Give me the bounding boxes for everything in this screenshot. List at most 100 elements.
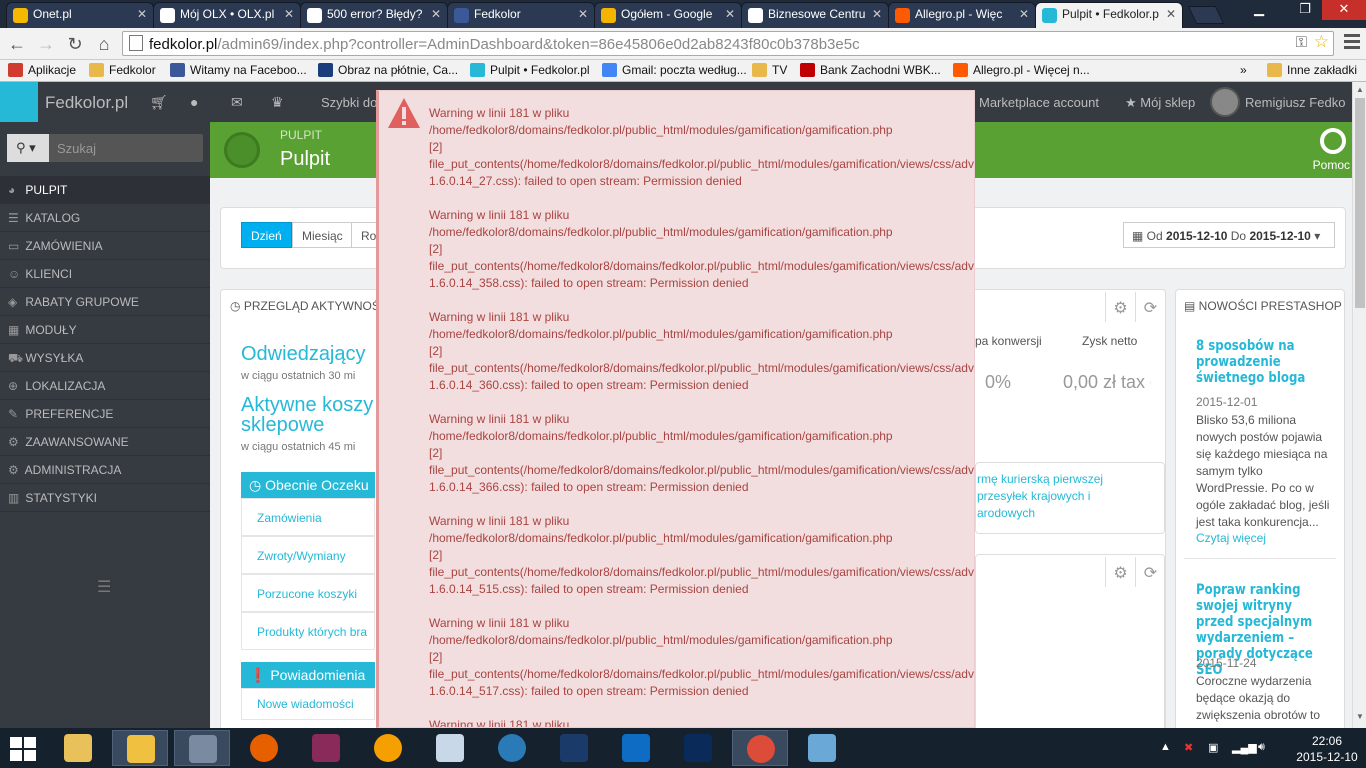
promo-line-1[interactable]: rmę kurierską pierwszej xyxy=(977,471,1103,488)
sidebar-item[interactable]: ⊕ LOKALIZACJA xyxy=(0,372,210,400)
refresh-icon-2[interactable]: ⟳ xyxy=(1135,557,1165,587)
sidebar-item[interactable]: ▭ ZAMÓWIENIA xyxy=(0,232,210,260)
chrome-menu-icon[interactable] xyxy=(1344,34,1360,52)
period-day-button[interactable]: Dzień xyxy=(241,222,292,248)
visitors-title[interactable]: Odwiedzający xyxy=(241,343,366,366)
outlook-icon[interactable] xyxy=(112,730,168,766)
browser-tab[interactable]: Onet.pl ✕ xyxy=(6,2,154,28)
tab-close-icon[interactable]: ✕ xyxy=(1019,7,1029,21)
browser-tab[interactable]: Pulpit • Fedkolor.p ✕ xyxy=(1035,2,1183,28)
marketplace-link[interactable]: Marketplace account xyxy=(979,95,1099,110)
breadcrumb[interactable]: PULPIT xyxy=(280,128,322,142)
pending-item[interactable]: Produkty których bra xyxy=(241,612,375,650)
chrome-icon[interactable] xyxy=(732,730,788,766)
carts-title-2[interactable]: sklepowe xyxy=(241,414,324,437)
pending-item[interactable]: Zamówienia xyxy=(241,498,375,536)
browser-tab[interactable]: Allegro.pl - Więc ✕ xyxy=(888,2,1036,28)
user-name[interactable]: Remigiusz Fedko xyxy=(1245,95,1345,110)
mail-icon[interactable]: ✉ xyxy=(231,94,243,111)
sidebar-item[interactable]: ◈ RABATY GRUPOWE xyxy=(0,288,210,316)
scroll-thumb[interactable] xyxy=(1355,98,1365,308)
bookmark-item[interactable]: Pulpit • Fedkolor.pl xyxy=(470,63,590,77)
my-shop-link[interactable]: ★ Mój sklep xyxy=(1125,95,1195,111)
news-read-more[interactable]: Czytaj więcej xyxy=(1196,531,1266,545)
trophy-icon[interactable]: ♛ xyxy=(271,94,284,111)
tab-close-icon[interactable]: ✕ xyxy=(284,7,294,21)
browser-tab[interactable]: Mój OLX • OLX.pl ✕ xyxy=(153,2,301,28)
pending-item[interactable]: Porzucone koszyki xyxy=(241,574,375,612)
shop-brand[interactable]: Fedkolor.pl xyxy=(45,93,128,113)
tab-close-icon[interactable]: ✕ xyxy=(431,7,441,21)
date-range-picker[interactable]: ▦ Od 2015-12-10 Do 2015-12-10 ▾ xyxy=(1123,222,1335,248)
bookmark-item[interactable]: TV xyxy=(752,63,787,77)
promo-line-2[interactable]: przesyłek krajowych i xyxy=(977,488,1090,505)
winrar-icon[interactable] xyxy=(298,730,354,766)
back-icon[interactable]: ← xyxy=(6,33,28,55)
search-input[interactable]: Szukaj xyxy=(57,141,96,156)
remote-tool-icon[interactable] xyxy=(484,730,540,766)
sidebar-item[interactable]: ☺ KLIENCI xyxy=(0,260,210,288)
tab-close-icon[interactable]: ✕ xyxy=(872,7,882,21)
sidebar-item[interactable]: ⚙ ADMINISTRACJA xyxy=(0,456,210,484)
browser-tab[interactable]: Ogółem - Google ✕ xyxy=(594,2,742,28)
cart-icon[interactable]: 🛒︎ xyxy=(150,94,168,111)
new-tab-button[interactable] xyxy=(1187,6,1225,24)
user-icon[interactable]: ● xyxy=(190,94,198,110)
tray-expand-icon[interactable]: ▲ xyxy=(1160,741,1171,753)
sidebar-item[interactable]: ⛟ WYSYŁKA xyxy=(0,344,210,372)
config-icon-2[interactable]: ⚙ xyxy=(1105,557,1135,587)
firefox-icon[interactable] xyxy=(236,730,292,766)
bookmark-item[interactable]: Fedkolor xyxy=(89,63,156,77)
sidebar-collapse-icon[interactable]: ☰ xyxy=(97,577,111,597)
promo-line-3[interactable]: arodowych xyxy=(977,505,1035,522)
key-icon[interactable]: ⚿ xyxy=(1296,34,1307,51)
tab-close-icon[interactable]: ✕ xyxy=(137,7,147,21)
sidebar-item[interactable]: ◕ PULPIT xyxy=(0,176,210,204)
paint-icon[interactable] xyxy=(794,730,850,766)
sidebar-item[interactable]: ▦ MODUŁY xyxy=(0,316,210,344)
browser-tab[interactable]: Fedkolor ✕ xyxy=(447,2,595,28)
messenger-icon[interactable] xyxy=(360,730,416,766)
network-warning-icon[interactable]: ✖ xyxy=(1184,741,1193,754)
avatar[interactable] xyxy=(1210,87,1240,117)
sidebar-item[interactable]: ☰ KATALOG xyxy=(0,204,210,232)
bookmark-item[interactable]: Bank Zachodni WBK... xyxy=(800,63,941,77)
period-month-button[interactable]: Miesiąc xyxy=(292,222,353,248)
bookmark-item[interactable]: Obraz na płótnie, Ca... xyxy=(318,63,458,77)
bookmark-item[interactable]: Gmail: poczta według... xyxy=(602,63,747,77)
scroll-down-icon[interactable]: ▼ xyxy=(1356,712,1364,721)
file-explorer-icon[interactable] xyxy=(50,730,106,766)
search-box[interactable]: ⚲ ▾ Szukaj xyxy=(7,134,203,162)
refresh-icon[interactable]: ⟳ xyxy=(1135,292,1165,322)
volume-icon[interactable]: 🔊︎ xyxy=(1258,741,1265,754)
teamviewer-icon[interactable] xyxy=(608,730,664,766)
sidebar-item[interactable]: ▥ STATYSTYKI xyxy=(0,484,210,512)
tab-close-icon[interactable]: ✕ xyxy=(725,7,735,21)
quick-access-link[interactable]: Szybki do xyxy=(321,95,377,110)
photoshop-icon[interactable] xyxy=(546,730,602,766)
reload-icon[interactable]: ↻ xyxy=(64,33,86,55)
help-label[interactable]: Pomoc xyxy=(1313,158,1350,172)
bookmarks-more[interactable]: » xyxy=(1240,63,1247,77)
browser-tab[interactable]: 500 error? Błędy? ✕ xyxy=(300,2,448,28)
home-icon[interactable]: ⌂ xyxy=(93,33,115,55)
search-icon[interactable]: ⚲ ▾ xyxy=(7,134,49,162)
news-title-1[interactable]: 8 sposobów na prowadzenie świetnego blog… xyxy=(1196,338,1330,386)
calculator-icon[interactable] xyxy=(422,730,478,766)
other-bookmarks[interactable]: Inne zakładki xyxy=(1267,63,1357,77)
sidebar-item[interactable]: ⚙ ZAAWANSOWANE xyxy=(0,428,210,456)
sidebar-item[interactable]: ✎ PREFERENCJE xyxy=(0,400,210,428)
new-messages-tab[interactable]: Nowe wiadomości xyxy=(241,688,375,720)
system-clock[interactable]: 22:06 2015-12-10 xyxy=(1292,733,1362,765)
device-icon[interactable]: ▣ xyxy=(1208,741,1218,754)
signal-icon[interactable]: ▂▄▆ xyxy=(1232,741,1257,754)
address-bar[interactable]: fedkolor.pl/admin69/index.php?controller… xyxy=(122,31,1334,56)
pending-item[interactable]: Zwroty/Wymiany xyxy=(241,536,375,574)
bookmark-item[interactable]: Allegro.pl - Więcej n... xyxy=(953,63,1090,77)
star-icon[interactable]: ☆ xyxy=(1314,32,1329,52)
bookmark-item[interactable]: Witamy na Faceboo... xyxy=(170,63,307,77)
restore-icon[interactable]: ❐ xyxy=(1292,0,1318,20)
page-scrollbar[interactable]: ▲ ▼ xyxy=(1352,82,1366,728)
period-year-button[interactable]: Ro xyxy=(351,222,377,248)
tab-close-icon[interactable]: ✕ xyxy=(1166,7,1176,21)
